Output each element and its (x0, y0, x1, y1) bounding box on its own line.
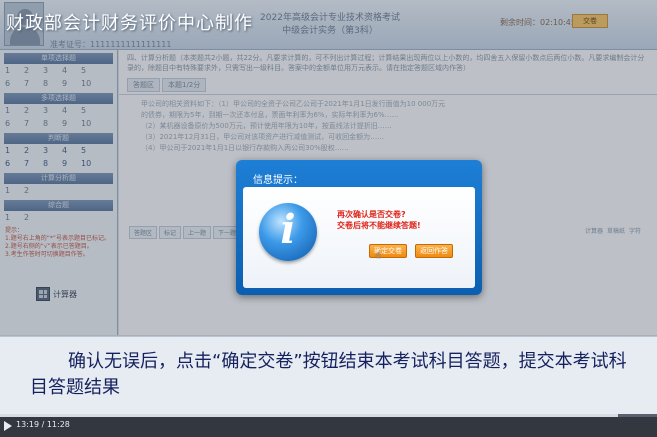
video-time: 13:19 / 11:28 (16, 420, 70, 429)
dialog-message-line2: 交卷后将不能继续答题! (337, 221, 421, 230)
dialog-message-line1: 再次确认是否交卷? (337, 210, 406, 219)
hand-cursor-icon: ☝ (375, 250, 382, 261)
dialog-message: 再次确认是否交卷? 交卷后将不能继续答题! (337, 209, 421, 231)
video-progress-fill (0, 414, 618, 417)
return-to-answer-button[interactable]: 返回作答 (415, 244, 453, 258)
submit-confirm-dialog: 信息提示： i 再次确认是否交卷? 交卷后将不能继续答题! 确定交卷 返回作答 … (236, 160, 482, 295)
dialog-body: i 再次确认是否交卷? 交卷后将不能继续答题! 确定交卷 返回作答 ☝ (243, 187, 475, 288)
dialog-title: 信息提示： (253, 175, 303, 186)
caption-text: 确认无误后，点击“确定交卷”按钮结束本考试科目答题，提交本考试科目答题结果 (30, 351, 627, 398)
watermark: 财政部会计财务评价中心制作 (6, 13, 253, 34)
subtitle-caption: 确认无误后，点击“确定交卷”按钮结束本考试科目答题，提交本考试科目答题结果 (0, 336, 657, 414)
play-icon[interactable] (4, 421, 12, 431)
screen: 2022年高级会计专业技术资格考试 中级会计实务（第3科） 剩余时间：02:10… (0, 0, 657, 437)
video-progress-track[interactable] (0, 414, 657, 417)
video-controls: 13:19 / 11:28 (0, 414, 657, 437)
info-icon: i (259, 203, 317, 261)
